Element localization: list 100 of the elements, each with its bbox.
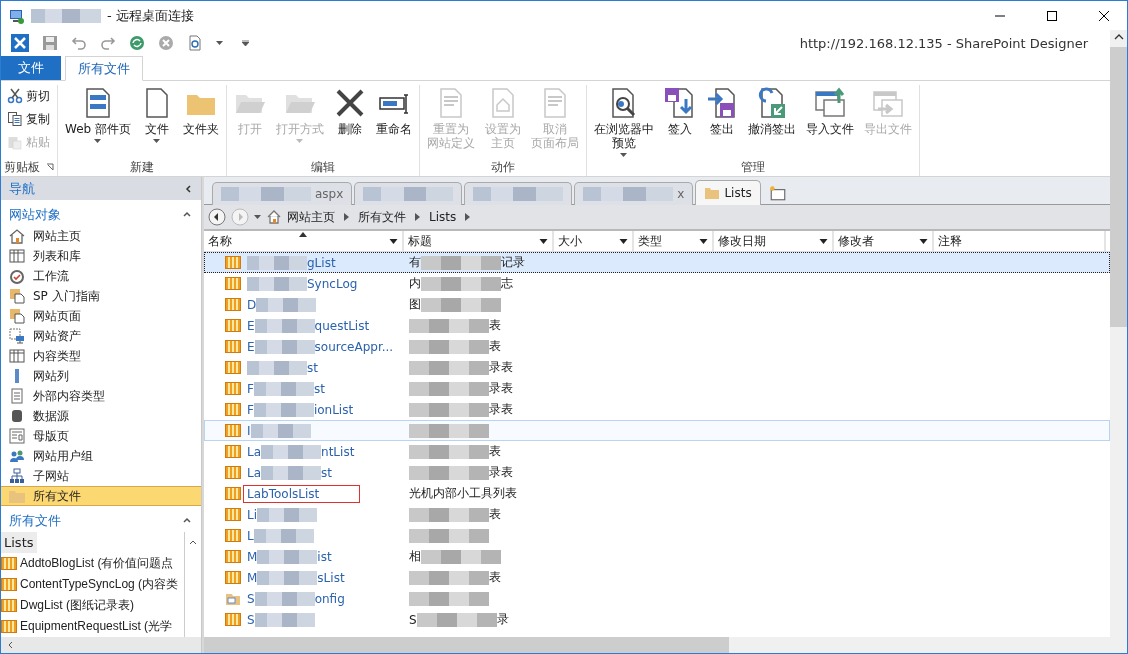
table-row[interactable]: LabToolsList 光机内部小工具列表 — [204, 483, 1110, 504]
name-cell: S — [205, 611, 405, 628]
nav-item[interactable]: 列表和库 — [1, 246, 201, 266]
ribbon-button[interactable]: 重命名 — [372, 85, 416, 158]
table-row[interactable]: La ntList 表 — [204, 441, 1110, 462]
new-tab-icon[interactable] — [768, 185, 787, 201]
undo-icon[interactable] — [71, 35, 87, 51]
ribbon-button[interactable]: 导入文件 — [802, 85, 858, 159]
nav-item[interactable]: SP 入门指南 — [1, 286, 201, 306]
tree-item[interactable]: ContentTypeSyncLog (内容类 — [1, 574, 184, 595]
document-tab[interactable]: Lists — [695, 180, 761, 205]
table-row[interactable]: st 录表 — [204, 357, 1110, 378]
nav-item[interactable]: 内容类型 — [1, 346, 201, 366]
preview-icon[interactable] — [187, 35, 203, 51]
table-row[interactable]: L — [204, 525, 1110, 546]
scroll-up-icon[interactable] — [1113, 33, 1124, 41]
ribbon-button[interactable]: 文件 — [137, 85, 177, 158]
nav-item[interactable]: 网站用户组 — [1, 446, 201, 466]
nav-item[interactable]: 母版页 — [1, 426, 201, 446]
close-icon[interactable] — [1098, 9, 1110, 22]
delete-icon — [334, 87, 366, 119]
save-icon[interactable] — [42, 35, 58, 51]
section-title[interactable]: 所有文件 — [9, 512, 61, 530]
filter-caret-icon[interactable] — [389, 238, 398, 244]
breadcrumb-separator-icon[interactable] — [344, 213, 349, 221]
nav-item[interactable]: 子网站 — [1, 466, 201, 486]
table-row[interactable]: Li 表 — [204, 504, 1110, 525]
filter-caret-icon[interactable] — [819, 238, 828, 244]
folder-label[interactable]: Lists — [1, 532, 37, 553]
dialog-launcher-icon[interactable] — [46, 163, 54, 171]
ribbon-button[interactable]: 复制 — [4, 108, 54, 130]
ribbon-tab[interactable]: 所有文件 — [65, 56, 143, 81]
table-row[interactable]: S onfig — [204, 588, 1110, 609]
file-tab[interactable]: 文件 — [1, 56, 61, 80]
maximize-icon[interactable] — [1046, 9, 1058, 22]
chevron-icon[interactable] — [183, 211, 191, 219]
nav-item[interactable]: 网站资产 — [1, 326, 201, 346]
ribbon-button[interactable]: 文件夹 — [179, 85, 223, 158]
back-icon[interactable] — [208, 208, 226, 226]
redo-icon[interactable] — [100, 35, 116, 51]
document-tab[interactable]: x — [574, 182, 694, 205]
table-row[interactable]: La st 录表 — [204, 462, 1110, 483]
nav-item[interactable]: 外部内容类型 — [1, 386, 201, 406]
ribbon-button[interactable]: 签入 — [660, 85, 700, 159]
table-row[interactable]: M sList 表 — [204, 567, 1110, 588]
table-row[interactable]: F ionList 录表 — [204, 399, 1110, 420]
folder-icon — [9, 488, 25, 504]
filter-caret-icon[interactable] — [919, 238, 928, 244]
customize-caret-icon[interactable] — [242, 40, 249, 46]
ribbon-button[interactable]: 签出 — [702, 85, 742, 159]
document-tab[interactable]: aspx — [212, 182, 353, 205]
name-cell: La st — [205, 464, 405, 481]
nav-item[interactable]: 网站主页 — [1, 226, 201, 246]
breadcrumb-separator-icon[interactable] — [415, 213, 420, 221]
table-row[interactable]: D 图 — [204, 294, 1110, 315]
nav-item[interactable]: 所有文件 — [1, 486, 201, 506]
table-row[interactable]: I — [204, 420, 1110, 441]
table-row[interactable]: SyncLog 内 志 — [204, 273, 1110, 294]
refresh-icon[interactable] — [129, 35, 145, 51]
title-cell: S 录 — [409, 611, 509, 628]
breadcrumb-link[interactable]: 网站主页 — [287, 208, 335, 226]
scroll-up-icon[interactable] — [189, 538, 197, 546]
scrollbar[interactable] — [1, 637, 201, 653]
scissors-icon — [7, 88, 23, 104]
tools-icon[interactable] — [11, 34, 29, 52]
table-row[interactable]: F st 录表 — [204, 378, 1110, 399]
filter-caret-icon[interactable] — [619, 238, 628, 244]
chevron-icon[interactable] — [183, 517, 191, 525]
dropdown-caret-icon[interactable] — [216, 41, 223, 45]
tree-item[interactable]: AddtoBlogList (有价值问题点 — [1, 553, 184, 574]
nav-item[interactable]: 数据源 — [1, 406, 201, 426]
filter-caret-icon[interactable] — [699, 238, 708, 244]
table-row[interactable]: gList 有 记录 — [204, 252, 1110, 273]
scrollbar[interactable] — [204, 637, 1110, 653]
ribbon-button[interactable]: 删除 — [330, 85, 370, 158]
table-row[interactable]: S S 录 — [204, 609, 1110, 630]
nav-item[interactable]: 工作流 — [1, 266, 201, 286]
table-row[interactable]: M ist 相 — [204, 546, 1110, 567]
ribbon-button[interactable]: 剪切 — [4, 85, 54, 107]
scroll-left-icon[interactable] — [7, 641, 15, 649]
nav-item[interactable]: 网站列 — [1, 366, 201, 386]
history-caret-icon[interactable] — [254, 215, 261, 219]
collapse-icon[interactable] — [185, 184, 193, 193]
title-cell: 表 — [409, 569, 501, 586]
breadcrumb-separator-icon[interactable] — [465, 213, 471, 221]
table-row[interactable]: E sourceAppr... 表 — [204, 336, 1110, 357]
breadcrumb-link[interactable]: Lists — [429, 210, 457, 224]
ribbon-button[interactable]: Web 部件页 — [61, 85, 135, 158]
name-cell: S onfig — [205, 590, 405, 607]
ribbon-button[interactable]: 在浏览器中 预览 — [590, 85, 658, 159]
name-cell: L — [205, 527, 405, 544]
tree-item[interactable]: DwgList (图纸记录表) — [1, 595, 184, 616]
tree-item[interactable]: EquipmentRequestList (光学 — [1, 616, 184, 637]
scrollbar[interactable] — [1110, 30, 1127, 653]
ribbon-button[interactable]: 撤消签出 — [744, 85, 800, 159]
section-title[interactable]: 网站对象 — [9, 206, 61, 224]
nav-item[interactable]: 网站页面 — [1, 306, 201, 326]
breadcrumb-link[interactable]: 所有文件 — [358, 208, 406, 226]
filter-caret-icon[interactable] — [539, 238, 548, 244]
table-row[interactable]: E questList 表 — [204, 315, 1110, 336]
